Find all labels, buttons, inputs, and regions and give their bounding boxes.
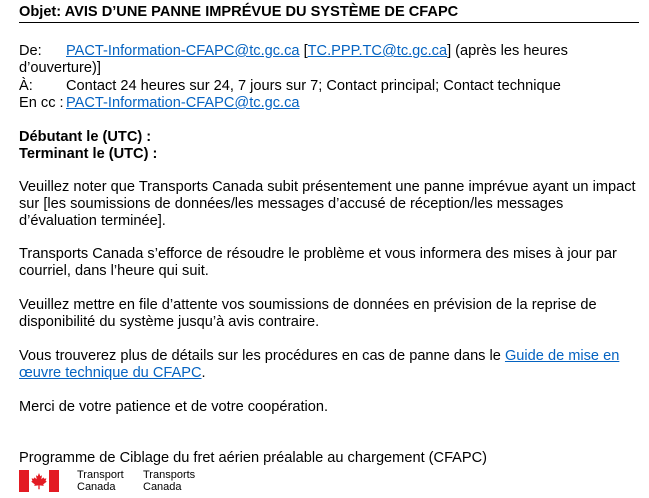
guide-suffix-text: . xyxy=(201,365,206,381)
body-paragraph-thanks: Merci de votre patience et de votre coop… xyxy=(19,399,329,415)
from-row: De: PACT-Information-CFAPC@tc.gc.ca [TC.P… xyxy=(19,43,639,76)
body-paragraph-guide: Vous trouverez plus de détails sur les p… xyxy=(19,348,639,382)
from-label: De: xyxy=(19,43,42,59)
to-row: À: Contact 24 heures sur 24, 7 jours sur … xyxy=(19,78,639,95)
body-paragraph-impact: Veuillez noter que Transports Canada sub… xyxy=(19,179,636,229)
from-alt-email-link[interactable]: TC.PPP.TC@tc.gc.ca xyxy=(308,43,447,59)
cc-row: En cc : PACT-Information-CFAPC@tc.gc.ca xyxy=(19,95,639,112)
canada-flag-icon xyxy=(19,470,59,492)
from-after-hours-text: ] (après les heures xyxy=(447,43,568,59)
from-open-bracket: [ xyxy=(299,43,308,59)
dept-fr-line1: Transports xyxy=(143,469,196,481)
dept-name-en: Transport Canada xyxy=(77,469,124,493)
end-time-label: Terminant le (UTC) : xyxy=(19,146,158,162)
dept-en-line2: Canada xyxy=(77,480,116,493)
dept-fr-line2: Canada xyxy=(143,480,182,493)
dept-en-line1: Transport xyxy=(77,469,124,481)
cc-label: En cc : xyxy=(19,95,64,111)
guide-prefix-text: Vous trouverez plus de détails sur les p… xyxy=(19,348,505,364)
from-email-link[interactable]: PACT-Information-CFAPC@tc.gc.ca xyxy=(66,43,300,59)
start-time-label: Débutant le (UTC) : xyxy=(19,129,152,145)
cc-email-link[interactable]: PACT-Information-CFAPC@tc.gc.ca xyxy=(66,95,300,111)
to-label: À: xyxy=(19,78,33,94)
dept-name-fr: Transports Canada xyxy=(143,469,196,493)
body-paragraph-queue: Veuillez mettre en file d’attente vos so… xyxy=(19,297,597,330)
transport-canada-logo: Transport Canada Transports Canada xyxy=(19,469,219,494)
signature-program: Programme de Ciblage du fret aérien préa… xyxy=(19,450,488,466)
subject-divider xyxy=(19,22,639,23)
body-paragraph-resolution: Transports Canada s’efforce de résoudre … xyxy=(19,246,617,279)
to-value: Contact 24 heures sur 24, 7 jours sur 7;… xyxy=(66,78,561,94)
from-after-hours-line2: d’ouverture)] xyxy=(19,59,101,76)
subject-line: Objet: AVIS D’UNE PANNE IMPRÉVUE DU SYST… xyxy=(19,4,459,20)
